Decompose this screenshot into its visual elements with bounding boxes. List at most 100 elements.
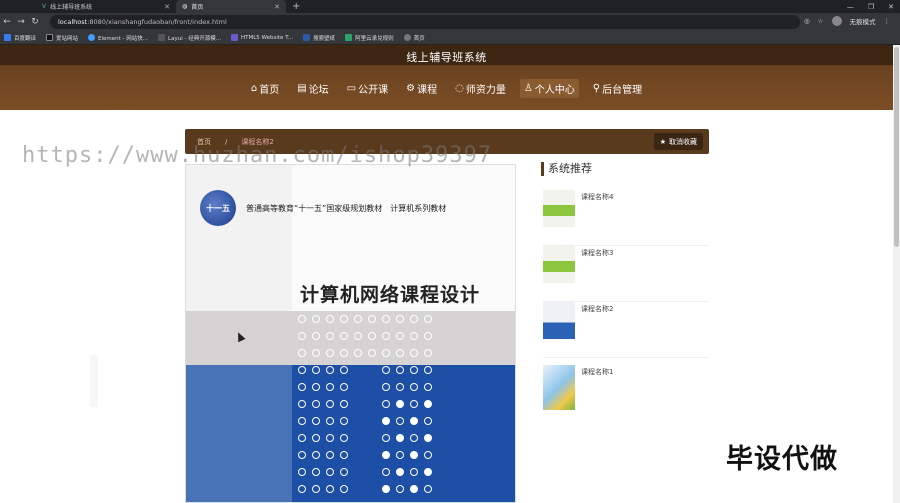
cover-dot (382, 349, 390, 357)
new-tab-button[interactable]: + (292, 1, 300, 12)
close-window-icon[interactable]: ✕ (888, 3, 894, 11)
toolbar-right: ◎ ☆ 无痕模式 ⋮ (804, 16, 890, 26)
recommend-item[interactable]: 课程名称3 (543, 246, 709, 302)
cover-dot (396, 383, 404, 391)
cover-dot (410, 485, 418, 493)
window-controls: — ❐ ✕ (847, 0, 894, 13)
course-name[interactable]: 课程名称2 (581, 304, 613, 314)
page-scrollbar[interactable] (893, 45, 900, 503)
recommend-sidebar: 系统推荐 课程名称4 课程名称3 课程名称2 课程名称1 (541, 162, 709, 410)
bookmark-item[interactable]: 阿里云承兑规则 (345, 34, 394, 42)
cover-dot (396, 485, 404, 493)
cover-dot (424, 315, 432, 323)
cover-dot (424, 383, 432, 391)
cover-dot (298, 485, 306, 493)
close-icon[interactable]: ✕ (164, 3, 170, 11)
close-icon[interactable]: ✕ (274, 3, 280, 11)
cover-dot (368, 349, 376, 357)
bookmark-item[interactable]: 首页 (403, 34, 425, 42)
cover-dot (312, 366, 320, 374)
profile-label[interactable]: 无痕模式 (850, 16, 876, 26)
cover-dot (312, 451, 320, 459)
cover-dot (312, 417, 320, 425)
cover-dot (312, 485, 320, 493)
cover-dot (326, 417, 334, 425)
cover-panel (186, 165, 292, 311)
bookmark-item[interactable]: 搜索壁纸 (303, 34, 335, 42)
unfavorite-button[interactable]: ★ 取消收藏 (653, 133, 703, 150)
course-thumbnail[interactable] (543, 190, 575, 227)
site-title: 线上辅导班系统 (406, 51, 487, 64)
cover-dot (340, 332, 348, 340)
back-icon[interactable]: ← (0, 17, 14, 27)
course-thumbnail[interactable] (543, 365, 575, 410)
sidebar-title: 系统推荐 (541, 162, 709, 176)
course-name[interactable]: 课程名称4 (581, 192, 613, 202)
nav-admin[interactable]: ⚲ 后台管理 (589, 79, 646, 98)
menu-icon[interactable]: ⋮ (884, 17, 891, 25)
course-name[interactable]: 课程名称3 (581, 248, 613, 258)
nav-forum[interactable]: ▤ 论坛 (293, 79, 332, 98)
scrollbar-thumb[interactable] (894, 47, 899, 247)
restore-icon[interactable]: ❐ (868, 3, 874, 11)
course-thumbnail[interactable] (543, 302, 575, 339)
course-name[interactable]: 课程名称1 (581, 367, 613, 377)
bookmark-item[interactable]: Element - 网站快... (88, 34, 148, 42)
cover-dot (424, 451, 432, 459)
recommend-item[interactable]: 课程名称2 (543, 302, 709, 358)
recommend-item[interactable]: 课程名称1 (543, 365, 709, 421)
cover-dot (396, 417, 404, 425)
cover-dot (354, 349, 362, 357)
url-host: localhost (58, 18, 88, 26)
cover-dot (382, 332, 390, 340)
nav-teachers[interactable]: ◌ 师资力量 (451, 79, 510, 98)
star-icon[interactable]: ☆ (818, 17, 824, 25)
gear-icon: ⚙ (406, 83, 416, 94)
eye-off-icon[interactable]: ◎ (804, 17, 810, 25)
recommend-item[interactable]: 课程名称4 (543, 190, 709, 246)
cover-dot (382, 468, 390, 476)
home-icon: ⌂ (250, 83, 258, 94)
cover-dot (396, 315, 404, 323)
reload-icon[interactable]: ↻ (28, 17, 42, 27)
cover-dot (312, 400, 320, 408)
user-icon: ♙ (523, 83, 533, 94)
vue-icon: V (42, 3, 47, 10)
cover-dot (326, 332, 334, 340)
cover-dot (326, 434, 334, 442)
address-bar-row: ← → ↻ localhost :8080/xianshangfudaoban/… (0, 13, 900, 31)
cover-dot (410, 400, 418, 408)
cover-dot (424, 366, 432, 374)
bookmark-item[interactable]: HTML5 Website T... (230, 34, 293, 41)
bookmark-item[interactable]: 爱站网站 (46, 34, 78, 42)
cover-dot (298, 468, 306, 476)
cover-dot (312, 434, 320, 442)
avatar[interactable] (831, 16, 842, 26)
tab-admin[interactable]: V 线上辅导班系统 ✕ (36, 0, 176, 13)
cover-dot (340, 417, 348, 425)
star-icon: ★ (659, 137, 666, 146)
course-thumbnail[interactable] (543, 246, 575, 283)
cover-dot (298, 332, 306, 340)
cover-dot (298, 383, 306, 391)
minimize-icon[interactable]: — (847, 3, 854, 11)
forward-icon[interactable]: → (14, 17, 28, 27)
nav-personal-center[interactable]: ♙ 个人中心 (519, 79, 579, 98)
main-nav: ⌂ 首页 ▤ 论坛 ▭ 公开课 ⚙ 课程 ◌ 师资力量 ♙ 个人中心 ⚲ 后台管理 (0, 79, 893, 98)
nav-home[interactable]: ⌂ 首页 (247, 79, 283, 98)
cover-dot (312, 468, 320, 476)
nav-open-course[interactable]: ▭ 公开课 (343, 79, 392, 98)
tab-home[interactable]: ◍ 首页 ✕ (176, 0, 286, 13)
bookmark-item[interactable]: 百度翻译 (4, 34, 36, 42)
url-input[interactable]: localhost :8080/xianshangfudaoban/front/… (50, 15, 800, 29)
cover-dot (410, 332, 418, 340)
cover-dot (396, 349, 404, 357)
cover-dot (382, 315, 390, 323)
cover-dot (312, 349, 320, 357)
cover-dot (312, 383, 320, 391)
cover-dot (424, 349, 432, 357)
bookmarks-bar: 百度翻译 爱站网站 Element - 网站快... Layui - 经典开源模… (0, 31, 900, 45)
bookmark-item[interactable]: Layui - 经典开源模... (158, 34, 221, 42)
cover-dot (312, 332, 320, 340)
nav-course[interactable]: ⚙ 课程 (402, 79, 441, 98)
